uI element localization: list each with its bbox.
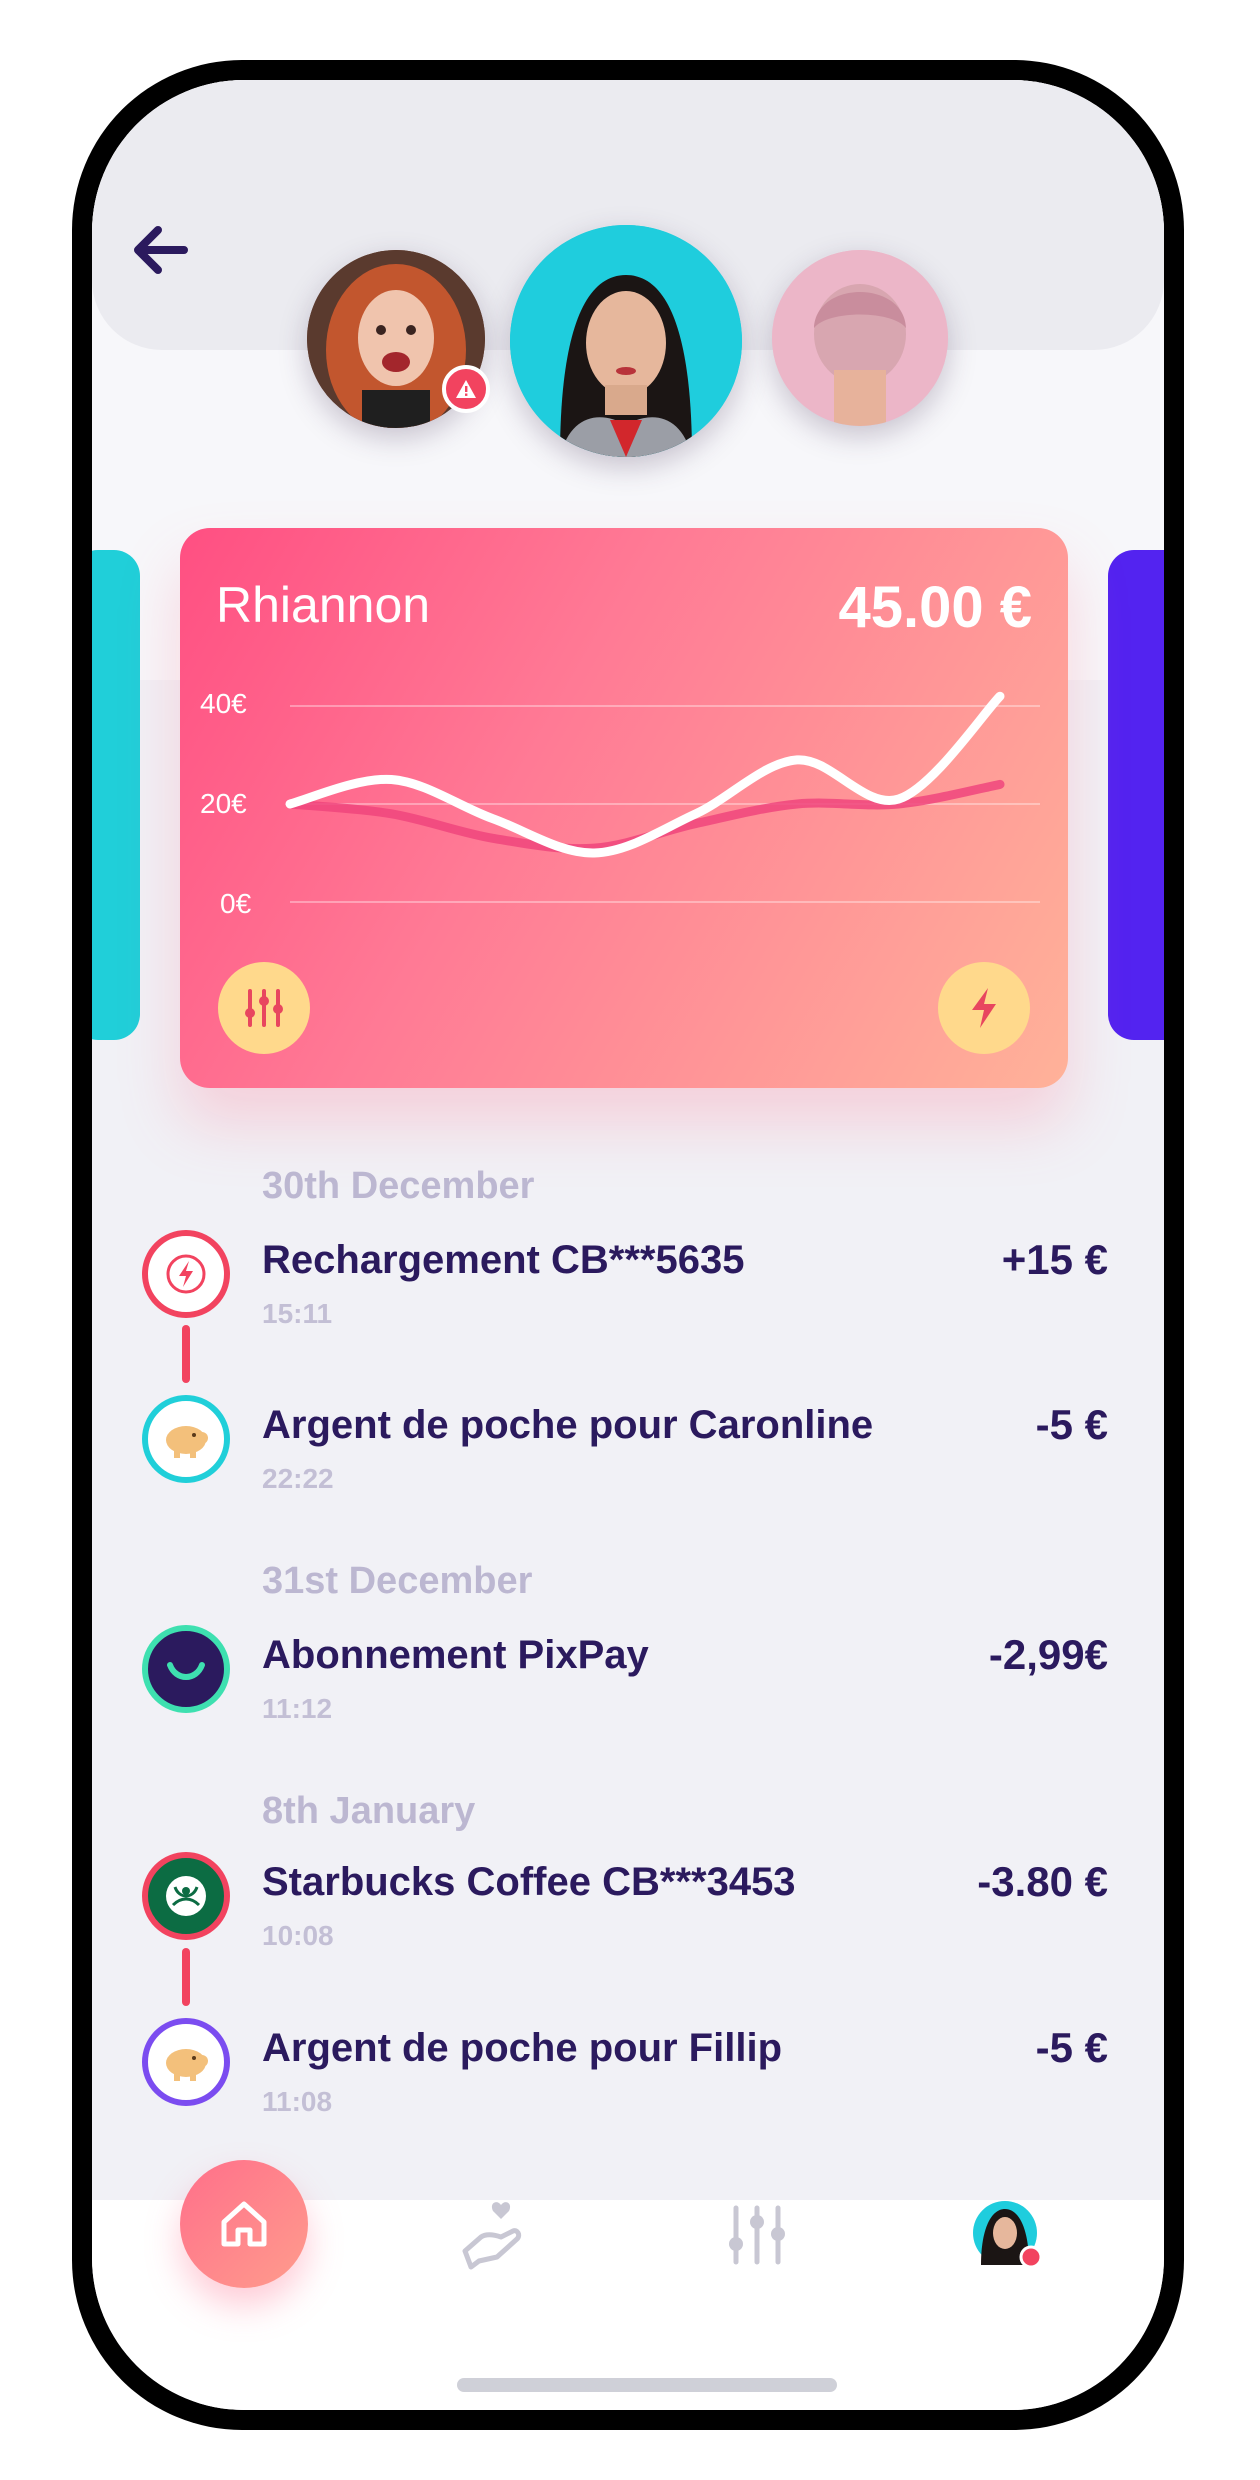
- lightning-icon: [972, 988, 996, 1028]
- back-arrow-icon: [134, 226, 188, 274]
- sliders-icon: [729, 2205, 785, 2265]
- lightning-icon: [166, 1254, 206, 1294]
- piggy-bank-icon: [166, 1426, 208, 1458]
- profile-avatar-icon: [973, 2201, 1043, 2269]
- back-button[interactable]: [122, 210, 202, 290]
- transaction-amount: -3.80 €: [977, 1858, 1108, 1905]
- transaction-amount: +15 €: [1001, 1236, 1108, 1283]
- avatar-profile-right[interactable]: [772, 250, 948, 426]
- home-icon: [221, 2201, 267, 2247]
- card-peek-right[interactable]: [1108, 550, 1164, 1040]
- card-peek-left[interactable]: [92, 550, 140, 1040]
- transaction-row[interactable]: Argent de poche pour Fillip 11:08 -5 €: [92, 2018, 1164, 2158]
- avatar-image: [772, 250, 948, 426]
- transaction-icon: [142, 1230, 230, 1318]
- nav-pocket-money-button[interactable]: [452, 2190, 542, 2280]
- transaction-amount: -2,99€: [988, 1631, 1108, 1678]
- date-header: 31st December: [262, 1560, 533, 1602]
- transaction-row[interactable]: Abonnement PixPay 11:12 -2,99€: [92, 1625, 1164, 1765]
- transaction-amount: -5 €: [1035, 2024, 1108, 2071]
- nav-home-button[interactable]: [180, 2160, 308, 2288]
- transaction-time: 11:12: [262, 1693, 333, 1724]
- avatar-image: [510, 225, 742, 457]
- heart-hand-icon: [462, 2202, 522, 2270]
- nav-settings-button[interactable]: [712, 2190, 802, 2280]
- avatar-profile-selected[interactable]: [510, 225, 742, 457]
- transaction-time: 15:11: [262, 1298, 333, 1329]
- series-line-primary: [285, 691, 1005, 858]
- home-indicator[interactable]: [457, 2378, 837, 2392]
- transaction-title: Argent de poche pour Fillip: [262, 2026, 782, 2070]
- transaction-time: 22:22: [262, 1463, 334, 1494]
- transaction-time: 10:08: [262, 1920, 334, 1951]
- transaction-amount: -5 €: [1035, 1401, 1108, 1448]
- phone-frame: Rhiannon 45.00 € 40€ 20€ 0€ 30th Decembe…: [72, 60, 1184, 2430]
- sliders-icon: [245, 989, 283, 1027]
- pixpay-logo-icon: [167, 1662, 205, 1680]
- starbucks-logo-icon: [152, 1862, 220, 1930]
- transaction-title: Rechargement CB***5635: [262, 1238, 745, 1282]
- transaction-row[interactable]: Argent de poche pour Caronline 22:22 -5 …: [92, 1395, 1164, 1535]
- profile-alert-badge: [442, 365, 490, 413]
- balance-chart: [285, 691, 1040, 903]
- timeline-connector: [182, 1948, 190, 2006]
- transaction-icon: [142, 1852, 230, 1940]
- nav-profile-button[interactable]: [962, 2190, 1052, 2280]
- balance-card[interactable]: Rhiannon 45.00 € 40€ 20€ 0€: [180, 528, 1068, 1088]
- warning-icon: [456, 380, 476, 398]
- transaction-time: 11:08: [262, 2086, 333, 2117]
- transaction-title: Argent de poche pour Caronline: [262, 1403, 874, 1447]
- transaction-icon: [142, 1395, 230, 1483]
- date-header: 8th January: [262, 1790, 476, 1832]
- piggy-bank-icon: [166, 2049, 208, 2081]
- transaction-icon: [142, 1625, 230, 1713]
- date-header: 30th December: [262, 1165, 535, 1207]
- transaction-title: Starbucks Coffee CB***3453: [262, 1860, 796, 1904]
- transaction-row[interactable]: Rechargement CB***5635 15:11 +15 €: [92, 1230, 1164, 1370]
- app-screen: Rhiannon 45.00 € 40€ 20€ 0€ 30th Decembe…: [92, 80, 1164, 2410]
- card-settings-button[interactable]: [218, 962, 310, 1054]
- timeline-connector: [182, 1325, 190, 1383]
- transaction-title: Abonnement PixPay: [262, 1633, 649, 1677]
- card-recharge-button[interactable]: [938, 962, 1030, 1054]
- transaction-row[interactable]: Starbucks Coffee CB***3453 10:08 -3.80 €: [92, 1852, 1164, 1992]
- transaction-icon: [142, 2018, 230, 2106]
